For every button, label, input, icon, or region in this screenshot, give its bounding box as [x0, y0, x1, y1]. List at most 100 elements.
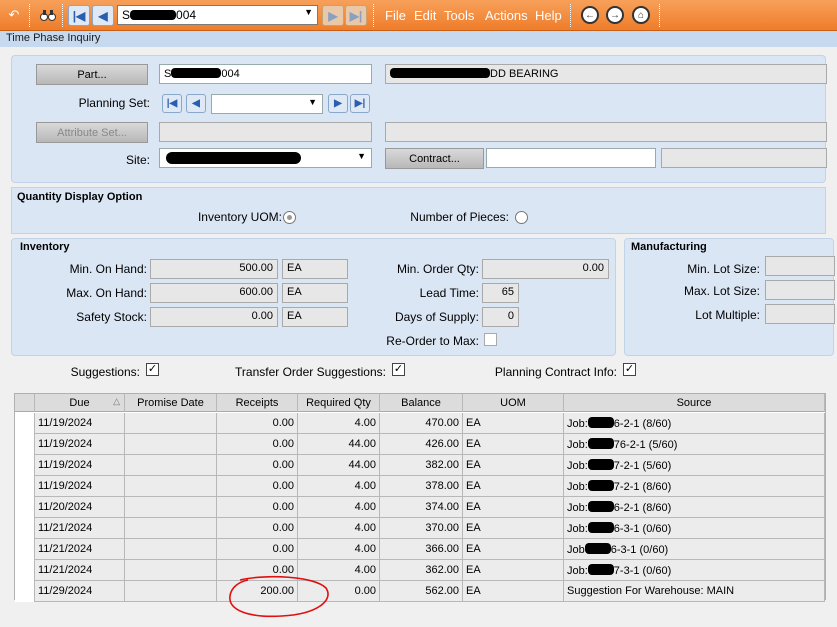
column-header-required-qty[interactable]: Required Qty [298, 394, 380, 412]
table-row[interactable]: 11/19/2024 0.00 44.00 382.00 EA Job: 7-2-1 (5/… [15, 455, 825, 476]
table-row[interactable]: 11/19/2024 0.00 44.00 426.00 EA Job: 76-2-1 (5… [15, 434, 825, 455]
cell-receipts: 0.00 [217, 476, 298, 497]
transfer-order-suggestions-checkbox[interactable]: ✓ [392, 363, 405, 376]
dropdown-arrow-icon[interactable]: ▼ [304, 7, 313, 17]
part-button[interactable]: Part... [36, 64, 148, 85]
menu-tools[interactable]: Tools [444, 8, 474, 23]
lot-multiple-field [765, 304, 835, 324]
cell-promise-date [125, 560, 217, 581]
min-lot-size-field [765, 256, 835, 276]
safety-stock-field: 0.00 [150, 307, 278, 327]
planning-set-select[interactable]: ▼ [211, 94, 323, 114]
contract-field[interactable] [486, 148, 656, 168]
menu-help[interactable]: Help [535, 8, 562, 23]
min-on-hand-label: Min. On Hand: [69, 262, 147, 276]
previous-record-icon[interactable]: ◀ [186, 94, 206, 113]
table-row[interactable]: 11/21/2024 0.00 4.00 370.00 EA Job: 6-3-1 (0/6… [15, 518, 825, 539]
menu-edit[interactable]: Edit [414, 8, 436, 23]
table-row[interactable]: 11/19/2024 0.00 4.00 378.00 EA Job: 7-2-1 (8/6… [15, 476, 825, 497]
source-prefix: Job: [567, 502, 588, 514]
redacted-text [587, 480, 614, 491]
days-of-supply-label: Days of Supply: [394, 310, 479, 324]
table-row[interactable]: 11/21/2024 0.00 4.00 366.00 EA Job 6-3-1 (0/60… [15, 539, 825, 560]
inventory-title: Inventory [20, 241, 70, 253]
last-record-icon[interactable]: ▶| [350, 94, 370, 113]
part-description-suffix: DD BEARING [490, 68, 559, 80]
next-record-icon[interactable]: ▶ [328, 94, 348, 113]
cell-due: 11/19/2024 [35, 413, 125, 434]
min-order-qty-field: 0.00 [482, 259, 609, 279]
inventory-panel: Inventory Min. On Hand: 500.00 EA Max. O… [11, 238, 616, 356]
reorder-to-max-checkbox[interactable] [484, 333, 497, 346]
cell-source: Job: 76-2-1 (5/60) [564, 434, 825, 455]
column-label: Due [69, 397, 90, 409]
cell-uom: EA [463, 581, 564, 602]
manufacturing-title: Manufacturing [631, 241, 707, 253]
cell-due: 11/19/2024 [35, 455, 125, 476]
row-selector [15, 434, 35, 455]
safety-stock-uom: EA [282, 307, 348, 327]
cell-uom: EA [463, 413, 564, 434]
cell-due: 11/19/2024 [35, 434, 125, 455]
cell-source: Job: 6-3-1 (0/60) [564, 518, 825, 539]
inventory-uom-radio[interactable] [283, 211, 296, 224]
undo-icon[interactable]: ↶ [4, 5, 24, 25]
forward-icon[interactable]: → [606, 6, 624, 24]
cell-receipts: 0.00 [217, 497, 298, 518]
contract-description-field [661, 148, 827, 168]
part-record-combo[interactable]: S 004 ▼ [117, 5, 318, 25]
planning-set-label: Planning Set: [78, 96, 150, 110]
source-suffix: 7-3-1 (0/60) [613, 565, 672, 577]
cell-promise-date [125, 476, 217, 497]
planning-contract-info-checkbox[interactable]: ✓ [623, 363, 636, 376]
contract-button[interactable]: Contract... [385, 148, 484, 169]
dropdown-arrow-icon: ▼ [308, 97, 317, 107]
table-row[interactable]: 11/21/2024 0.00 4.00 362.00 EA Job: 7-3-1 (0/6… [15, 560, 825, 581]
number-of-pieces-radio[interactable] [515, 211, 528, 224]
site-select[interactable]: ▼ [159, 148, 372, 168]
table-row[interactable]: 11/29/2024 200.00 0.00 562.00 EA Suggestion F… [15, 581, 825, 602]
first-record-icon[interactable]: |◀ [68, 5, 90, 26]
cell-uom: EA [463, 518, 564, 539]
part-no-field[interactable]: S 004 [159, 64, 372, 84]
binoculars-icon[interactable] [38, 5, 58, 25]
cell-promise-date [125, 539, 217, 560]
cell-due: 11/29/2024 [35, 581, 125, 602]
redacted-text [587, 501, 614, 512]
redacted-text [587, 459, 614, 470]
cell-uom: EA [463, 560, 564, 581]
min-on-hand-uom: EA [282, 259, 348, 279]
back-icon[interactable]: ← [581, 6, 599, 24]
cell-promise-date [125, 455, 217, 476]
row-selector [15, 518, 35, 539]
previous-record-icon[interactable]: ◀ [92, 5, 114, 26]
column-header-balance[interactable]: Balance [380, 394, 463, 412]
column-header-source[interactable]: Source [564, 394, 825, 412]
manufacturing-panel: Manufacturing Min. Lot Size: Max. Lot Si… [624, 238, 835, 356]
source-suffix: 6-3-1 (0/60) [613, 523, 672, 535]
first-record-icon[interactable]: |◀ [162, 94, 182, 113]
column-header-due[interactable]: Due △ [35, 394, 125, 412]
cell-required-qty: 44.00 [298, 455, 380, 476]
cell-due: 11/21/2024 [35, 539, 125, 560]
last-record-icon[interactable]: ▶| [345, 5, 367, 26]
sort-ascending-icon: △ [113, 396, 120, 406]
min-on-hand-field: 500.00 [150, 259, 278, 279]
suggestions-checkbox[interactable]: ✓ [146, 363, 159, 376]
cell-balance: 370.00 [380, 518, 463, 539]
table-row[interactable]: 11/19/2024 0.00 4.00 470.00 EA Job: 6-2-1 (8/6… [15, 413, 825, 434]
cell-promise-date [125, 413, 217, 434]
table-row[interactable]: 11/20/2024 0.00 4.00 374.00 EA Job: 6-2-1 (8/6… [15, 497, 825, 518]
menu-actions[interactable]: Actions [485, 8, 528, 23]
redacted-text [390, 68, 490, 78]
column-header-uom[interactable]: UOM [463, 394, 564, 412]
next-record-icon[interactable]: ▶ [322, 5, 344, 26]
column-header-promise-date[interactable]: Promise Date [125, 394, 217, 412]
attribute-set-button[interactable]: Attribute Set... [36, 122, 148, 143]
quantity-display-panel: Quantity Display Option Inventory UOM: N… [11, 187, 826, 234]
column-header-receipts[interactable]: Receipts [217, 394, 298, 412]
home-icon[interactable]: ⌂ [632, 6, 650, 24]
row-selector [15, 539, 35, 560]
dropdown-arrow-icon: ▼ [357, 151, 366, 161]
menu-file[interactable]: File [385, 8, 406, 23]
